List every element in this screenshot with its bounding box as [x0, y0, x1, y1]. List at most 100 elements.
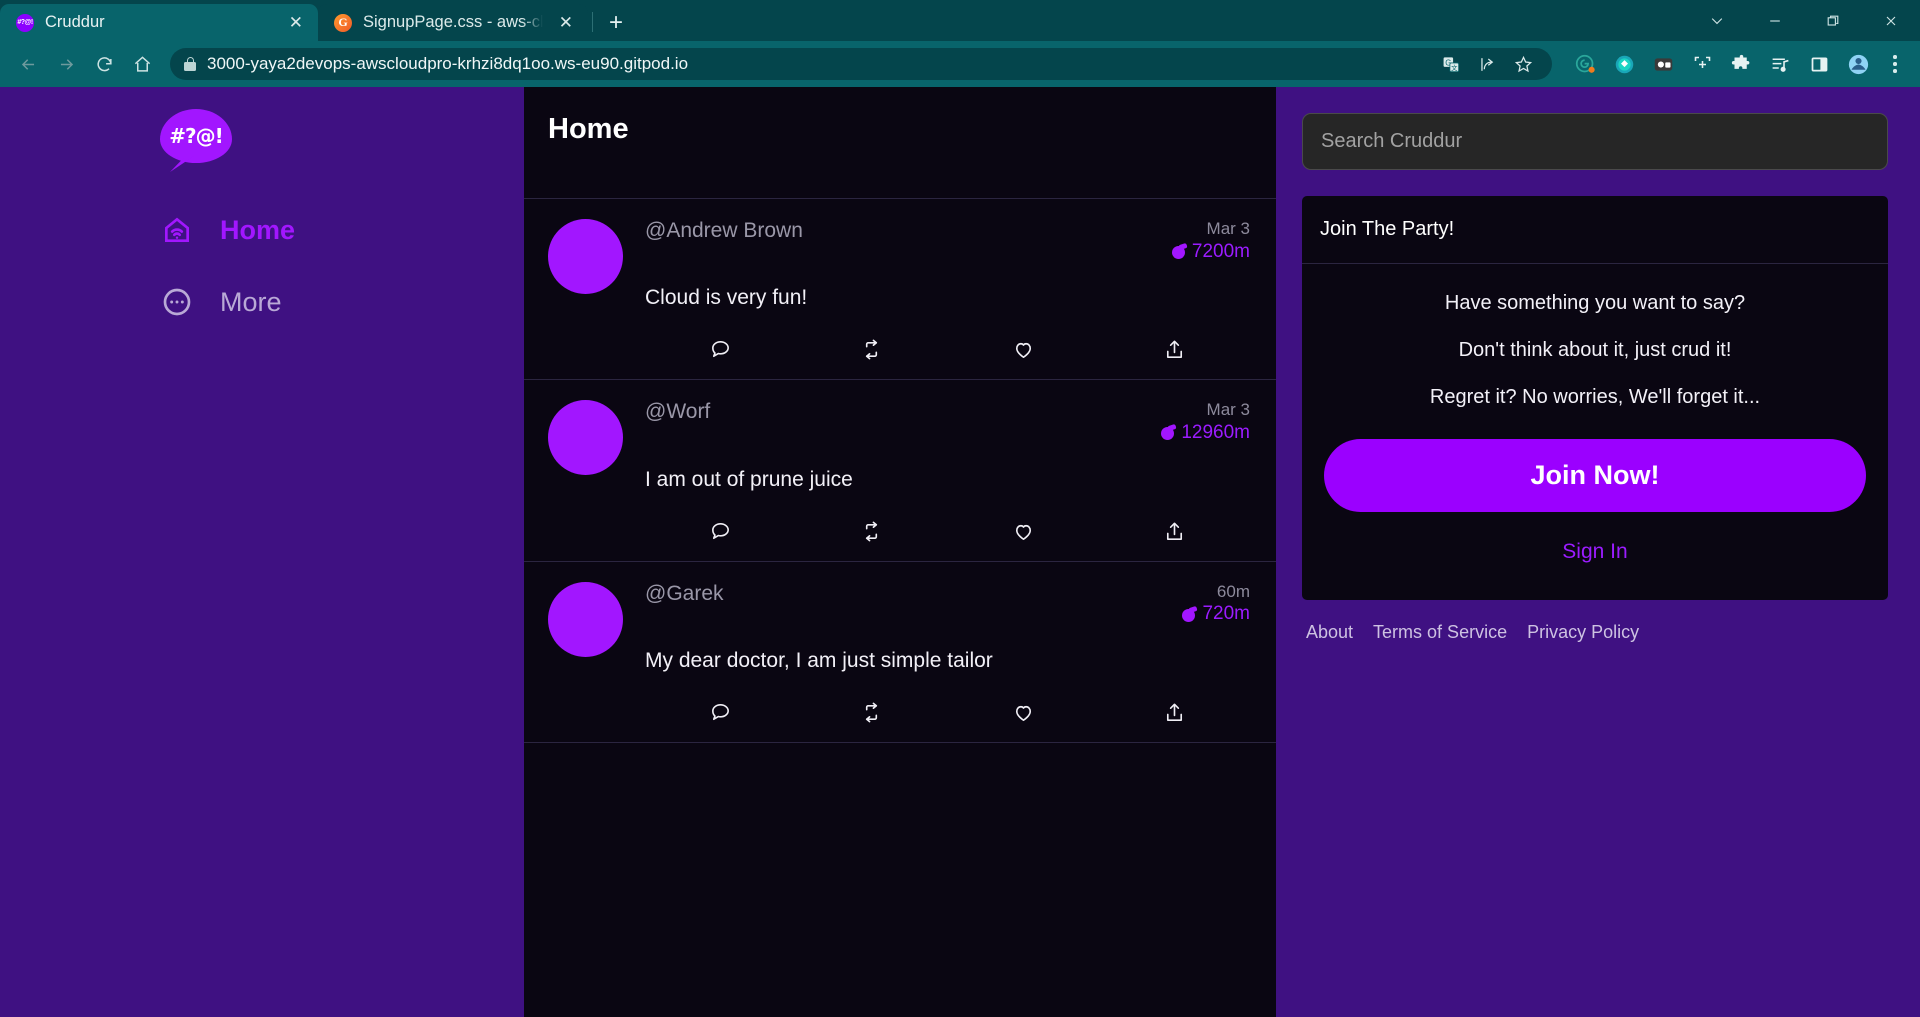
repost-icon[interactable] — [796, 338, 947, 361]
ellipsis-circle-icon — [160, 285, 194, 319]
profile-avatar[interactable] — [1841, 47, 1875, 81]
post-meta: 60m 720m — [1182, 582, 1250, 625]
browser-tab-cruddur[interactable]: #?@! Cruddur ✕ — [0, 4, 318, 41]
close-icon[interactable]: ✕ — [284, 11, 308, 34]
post-message: My dear doctor, I am just simple tailor — [645, 649, 993, 673]
grammarly-icon[interactable] — [1568, 47, 1602, 81]
app-right-sidebar: Join The Party! Have something you want … — [1276, 87, 1920, 1017]
join-now-button[interactable]: Join Now! — [1324, 439, 1866, 512]
post-actions — [645, 520, 1250, 543]
join-card-line: Don't think about it, just crud it! — [1458, 339, 1732, 361]
avatar[interactable] — [548, 400, 623, 476]
browser-window: #?@! Cruddur ✕ SignupPage.css - aws-clou… — [0, 0, 1920, 1017]
post-actions — [645, 338, 1250, 361]
footer-link-privacy[interactable]: Privacy Policy — [1527, 622, 1639, 643]
activity-item[interactable]: @Worf Mar 3 12960m I am out of prune jui… — [524, 380, 1276, 562]
reply-icon[interactable] — [645, 338, 796, 361]
activity-item[interactable]: @Garek 60m 720m My dear doctor, I am jus… — [524, 562, 1276, 744]
repost-icon[interactable] — [796, 701, 947, 724]
search-box[interactable] — [1302, 113, 1888, 170]
post-handle[interactable]: @Garek — [645, 582, 1182, 606]
share-icon[interactable] — [1099, 520, 1250, 543]
post-date: 60m — [1216, 581, 1250, 601]
browser-tabstrip: #?@! Cruddur ✕ SignupPage.css - aws-clou… — [0, 0, 1920, 41]
avatar[interactable] — [548, 581, 623, 657]
tab-title: SignupPage.css - aws-cloud-proj — [363, 13, 543, 31]
footer-links: About Terms of Service Privacy Policy — [1302, 622, 1888, 643]
post-meta: Mar 3 7200m — [1171, 219, 1250, 262]
search-input[interactable] — [1321, 130, 1869, 153]
home-icon[interactable] — [124, 46, 160, 82]
svg-text:文: 文 — [1451, 63, 1458, 72]
bookmark-star-icon[interactable] — [1508, 49, 1538, 79]
footer-link-terms[interactable]: Terms of Service — [1373, 622, 1507, 643]
post-handle[interactable]: @Andrew Brown — [645, 219, 1172, 243]
like-icon[interactable] — [948, 520, 1099, 543]
post-date: Mar 3 — [1206, 219, 1250, 238]
minimize-button[interactable] — [1746, 0, 1804, 41]
bomb-icon — [1182, 605, 1199, 622]
screenshot-crop-icon[interactable] — [1685, 47, 1719, 81]
reply-icon[interactable] — [645, 701, 796, 724]
new-tab-button[interactable]: + — [609, 11, 623, 35]
tab-title: Cruddur — [45, 13, 105, 31]
share-icon[interactable] — [1472, 49, 1502, 79]
post-expiry: 7200m — [1191, 240, 1250, 262]
cruddur-logo[interactable]: #?@! — [160, 109, 232, 172]
extensions-area — [1562, 47, 1910, 81]
puzzle-extensions-icon[interactable] — [1724, 47, 1758, 81]
sidebar-item-home[interactable]: Home — [160, 207, 524, 253]
maximize-button[interactable] — [1804, 0, 1862, 41]
bomb-icon — [1171, 242, 1188, 259]
home-icon — [160, 213, 194, 247]
share-icon[interactable] — [1099, 338, 1250, 361]
post-expiry: 12960m — [1181, 421, 1250, 443]
join-card-line: Have something you want to say? — [1444, 292, 1746, 314]
reload-icon[interactable] — [86, 46, 122, 82]
activity-item[interactable]: @Andrew Brown Mar 3 7200m Cloud is very … — [524, 199, 1276, 381]
like-icon[interactable] — [948, 338, 1099, 361]
bitwarden-icon[interactable] — [1607, 47, 1641, 81]
sidebar-item-label: More — [220, 286, 282, 317]
address-bar[interactable]: 3000-yaya2devops-awscloudpro-krhzi8dq1oo… — [170, 48, 1552, 80]
join-card-title: Join The Party! — [1302, 196, 1888, 264]
close-icon[interactable]: ✕ — [554, 11, 578, 34]
like-icon[interactable] — [948, 701, 1099, 724]
post-message: Cloud is very fun! — [645, 286, 808, 310]
logo-text: #?@! — [169, 124, 223, 148]
browser-tab-signuppage[interactable]: SignupPage.css - aws-cloud-proj ✕ — [318, 4, 588, 41]
reply-icon[interactable] — [645, 520, 796, 543]
translate-icon[interactable]: G文 — [1436, 49, 1466, 79]
sign-in-link[interactable]: Sign In — [1324, 540, 1866, 564]
omnibox-actions: G文 — [1436, 49, 1538, 79]
join-card-line: Regret it? No worries, We'll forget it..… — [1429, 386, 1761, 408]
lock-icon — [184, 57, 196, 71]
media-playlist-icon[interactable] — [1763, 47, 1797, 81]
back-icon[interactable] — [10, 46, 46, 82]
forward-icon[interactable] — [48, 46, 84, 82]
side-panel-icon[interactable] — [1802, 47, 1836, 81]
cruddur-favicon-icon: #?@! — [16, 13, 34, 32]
chevron-down-icon[interactable] — [1688, 0, 1746, 41]
sidebar-item-more[interactable]: More — [160, 279, 524, 325]
screen-recorder-icon[interactable] — [1646, 47, 1680, 81]
cruddur-app: #?@! Home More Home @Andrew Brown Mar 3 … — [0, 87, 1920, 1017]
close-window-button[interactable] — [1862, 0, 1920, 41]
repost-icon[interactable] — [796, 520, 947, 543]
url-text: 3000-yaya2devops-awscloudpro-krhzi8dq1oo… — [207, 54, 689, 73]
share-icon[interactable] — [1099, 701, 1250, 724]
feed-header: Home — [524, 87, 1276, 199]
avatar[interactable] — [548, 219, 623, 294]
post-handle[interactable]: @Worf — [645, 400, 1161, 424]
post-expiry: 720m — [1202, 603, 1250, 625]
browser-menu-icon[interactable] — [1880, 47, 1910, 81]
join-card-body: Have something you want to say? Don't th… — [1302, 264, 1888, 600]
footer-link-about[interactable]: About — [1306, 622, 1353, 643]
post-actions — [645, 701, 1250, 724]
post-date: Mar 3 — [1206, 400, 1250, 420]
window-controls — [1688, 0, 1920, 41]
divider — [592, 12, 593, 32]
main-feed: Home @Andrew Brown Mar 3 7200m Cloud is … — [524, 87, 1276, 1017]
post-meta: Mar 3 12960m — [1161, 400, 1250, 443]
post-message: I am out of prune juice — [645, 467, 853, 491]
